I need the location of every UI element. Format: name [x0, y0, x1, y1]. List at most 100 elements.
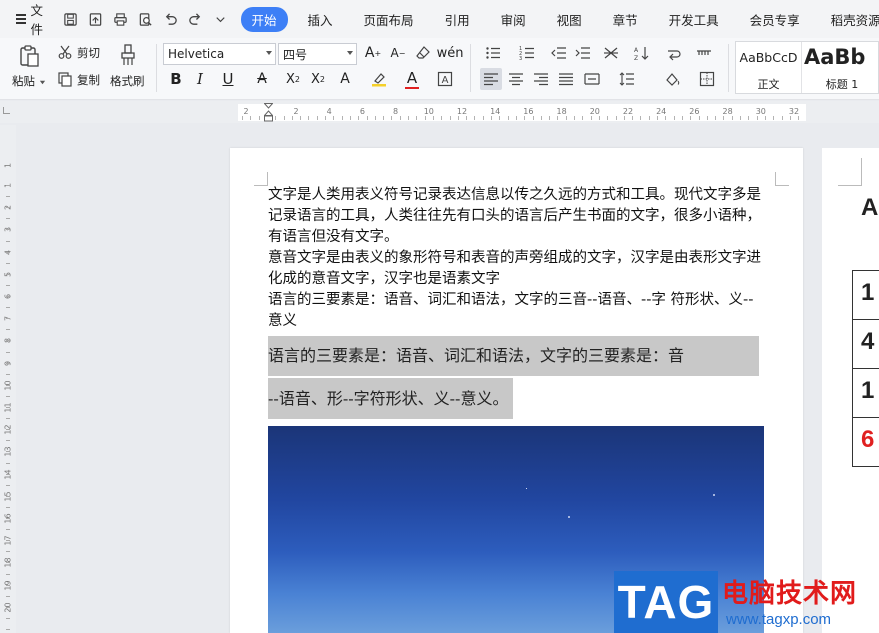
underline-icon[interactable]: U	[215, 70, 241, 88]
tab-references[interactable]: 引用	[434, 7, 481, 32]
ruler-tick	[723, 116, 725, 120]
tab-view[interactable]: 视图	[546, 7, 593, 32]
ruler-tick	[6, 207, 10, 209]
distributed-align-icon[interactable]	[582, 70, 602, 88]
paragraph[interactable]: 语言的三要素是：语音、词汇和语法，文字的三音--语音、--字 符形状、义--意义	[268, 290, 762, 332]
tab-home[interactable]: 开始	[240, 6, 288, 32]
vertical-ruler[interactable]: 11234567891011121314151617181920	[0, 125, 16, 633]
character-border-icon[interactable]: A	[435, 70, 455, 88]
file-menu-label: 文件	[30, 3, 44, 37]
grow-font-icon[interactable]: A +	[364, 44, 382, 62]
justify-icon[interactable]	[557, 70, 575, 88]
subscript-icon[interactable]: X2	[307, 70, 329, 88]
decrease-indent-icon[interactable]	[550, 44, 568, 62]
ruler-tick	[6, 473, 10, 475]
align-center-icon[interactable]	[507, 70, 525, 88]
ribbon-tabs: 开始 插入 页面布局 引用 审阅 视图 章节 开发工具 会员专享 稻壳资源	[240, 6, 879, 32]
scissors-icon[interactable]	[56, 43, 74, 61]
file-menu-button[interactable]: 文件	[6, 3, 58, 37]
export-pdf-icon[interactable]	[87, 11, 104, 28]
tab-docer-resources[interactable]: 稻壳资源	[820, 7, 879, 32]
strikethrough-icon[interactable]: A	[249, 70, 275, 88]
page2-heading-fragment: A	[861, 194, 879, 221]
ruler-number: 28	[722, 107, 733, 116]
tab-selector-icon[interactable]	[3, 107, 10, 114]
tab-section[interactable]: 章节	[602, 7, 649, 32]
table-cell[interactable]: 4	[853, 320, 879, 369]
increase-indent-icon[interactable]	[574, 44, 592, 62]
sort-icon[interactable]: AZ	[632, 44, 652, 62]
undo-icon[interactable]	[162, 11, 179, 28]
table-cell[interactable]: 1	[853, 369, 879, 418]
shrink-font-icon[interactable]: A −	[389, 44, 407, 62]
bullet-list-icon[interactable]	[482, 44, 504, 62]
customize-toolbar-chevron-icon[interactable]	[212, 11, 229, 28]
tab-stops-icon[interactable]	[694, 44, 714, 62]
next-document-page[interactable]: A 1 4 1 6	[822, 148, 879, 633]
ruler-number: 22	[622, 107, 634, 116]
format-painter-icon[interactable]	[117, 42, 139, 68]
phonetic-guide-icon[interactable]: wén	[437, 44, 464, 62]
redo-icon[interactable]	[187, 11, 204, 28]
line-spacing-icon[interactable]	[614, 70, 640, 88]
tab-member[interactable]: 会员专享	[739, 7, 811, 32]
ruler-tick	[6, 351, 10, 353]
font-color-icon[interactable]: A	[400, 69, 424, 89]
tab-page-layout[interactable]: 页面布局	[353, 7, 425, 32]
print-icon[interactable]	[112, 11, 129, 28]
ruler-number: 10	[423, 107, 434, 116]
paste-button[interactable]	[14, 42, 44, 70]
ruler-tick	[399, 116, 401, 120]
text-effect-icon[interactable]: A	[334, 70, 356, 88]
table-cell[interactable]: 6	[853, 418, 879, 467]
tab-developer[interactable]: 开发工具	[658, 7, 730, 32]
paste-label[interactable]: 粘贴	[12, 73, 35, 89]
copy-label[interactable]: 复制	[77, 72, 100, 88]
style-heading-1[interactable]: AaBb 标题 1	[802, 42, 879, 93]
selected-text-line[interactable]: --语音、形--字符形状、义--意义。	[268, 378, 514, 419]
show-paragraph-marks-icon[interactable]	[660, 44, 686, 62]
page2-table[interactable]: 1 4 1 6	[852, 270, 879, 467]
document-page[interactable]: 文字是人类用表义符号记录表达信息以传之久远的方式和工具。现代文字多是记录语言的工…	[230, 148, 803, 633]
save-icon[interactable]	[62, 11, 79, 28]
ruler-tick	[6, 617, 10, 619]
highlight-color-icon[interactable]	[366, 70, 392, 88]
tab-review[interactable]: 审阅	[490, 7, 537, 32]
font-name-select[interactable]: Helvetica	[163, 43, 276, 65]
ruler-tick	[250, 116, 252, 120]
bold-icon[interactable]: B	[167, 70, 185, 88]
align-right-icon[interactable]	[532, 70, 550, 88]
ruler-tick	[333, 116, 335, 120]
clear-format-icon[interactable]	[414, 44, 432, 62]
ruler-tick	[408, 116, 409, 120]
horizontal-ruler[interactable]: 2 2 4 6 8 10 12 14 16 18 20 22 24 26 28 30 32	[238, 104, 806, 121]
ruler-tick	[275, 116, 277, 120]
selected-text-line[interactable]: 语言的三要素是：语音、词汇和语法，文字的三要素是：音	[268, 336, 759, 376]
copy-icon[interactable]	[56, 70, 74, 88]
italic-icon[interactable]: I	[191, 70, 209, 88]
cut-label[interactable]: 剪切	[77, 45, 100, 61]
superscript-icon[interactable]: X2	[282, 70, 304, 88]
ruler-tick	[349, 116, 351, 120]
document-body[interactable]: 文字是人类用表义符号记录表达信息以传之久远的方式和工具。现代文字多是记录语言的工…	[268, 185, 762, 332]
ruler-tick	[300, 116, 302, 120]
ruler-tick	[665, 116, 667, 120]
format-painter-label[interactable]: 格式刷	[110, 73, 145, 89]
paragraph[interactable]: 文字是人类用表义符号记录表达信息以传之久远的方式和工具。现代文字多是记录语言的工…	[268, 185, 762, 248]
font-size-select[interactable]: 四号	[278, 43, 357, 65]
paragraph[interactable]: 意音文字是由表义的象形符号和表音的声旁组成的文字，汉字是由表形文字进化成的意音文…	[268, 248, 762, 290]
shading-icon[interactable]	[658, 70, 686, 88]
print-preview-icon[interactable]	[137, 11, 154, 28]
style-normal[interactable]: AaBbCcD 正文	[736, 42, 802, 93]
ruler-tick	[690, 116, 692, 120]
margin-corner-mark	[254, 172, 268, 186]
indent-marker-icon[interactable]	[264, 103, 273, 122]
tab-insert[interactable]: 插入	[297, 7, 344, 32]
chinese-layout-icon[interactable]	[598, 44, 624, 62]
numbered-list-icon[interactable]: 123	[516, 44, 538, 62]
borders-icon[interactable]	[694, 70, 720, 88]
horizontal-ruler-area: 2 2 4 6 8 10 12 14 16 18 20 22 24 26 28 30 32	[0, 101, 879, 123]
paste-chevron-icon[interactable]	[38, 78, 46, 86]
table-cell[interactable]: 1	[853, 271, 879, 320]
align-left-icon[interactable]	[480, 68, 502, 90]
